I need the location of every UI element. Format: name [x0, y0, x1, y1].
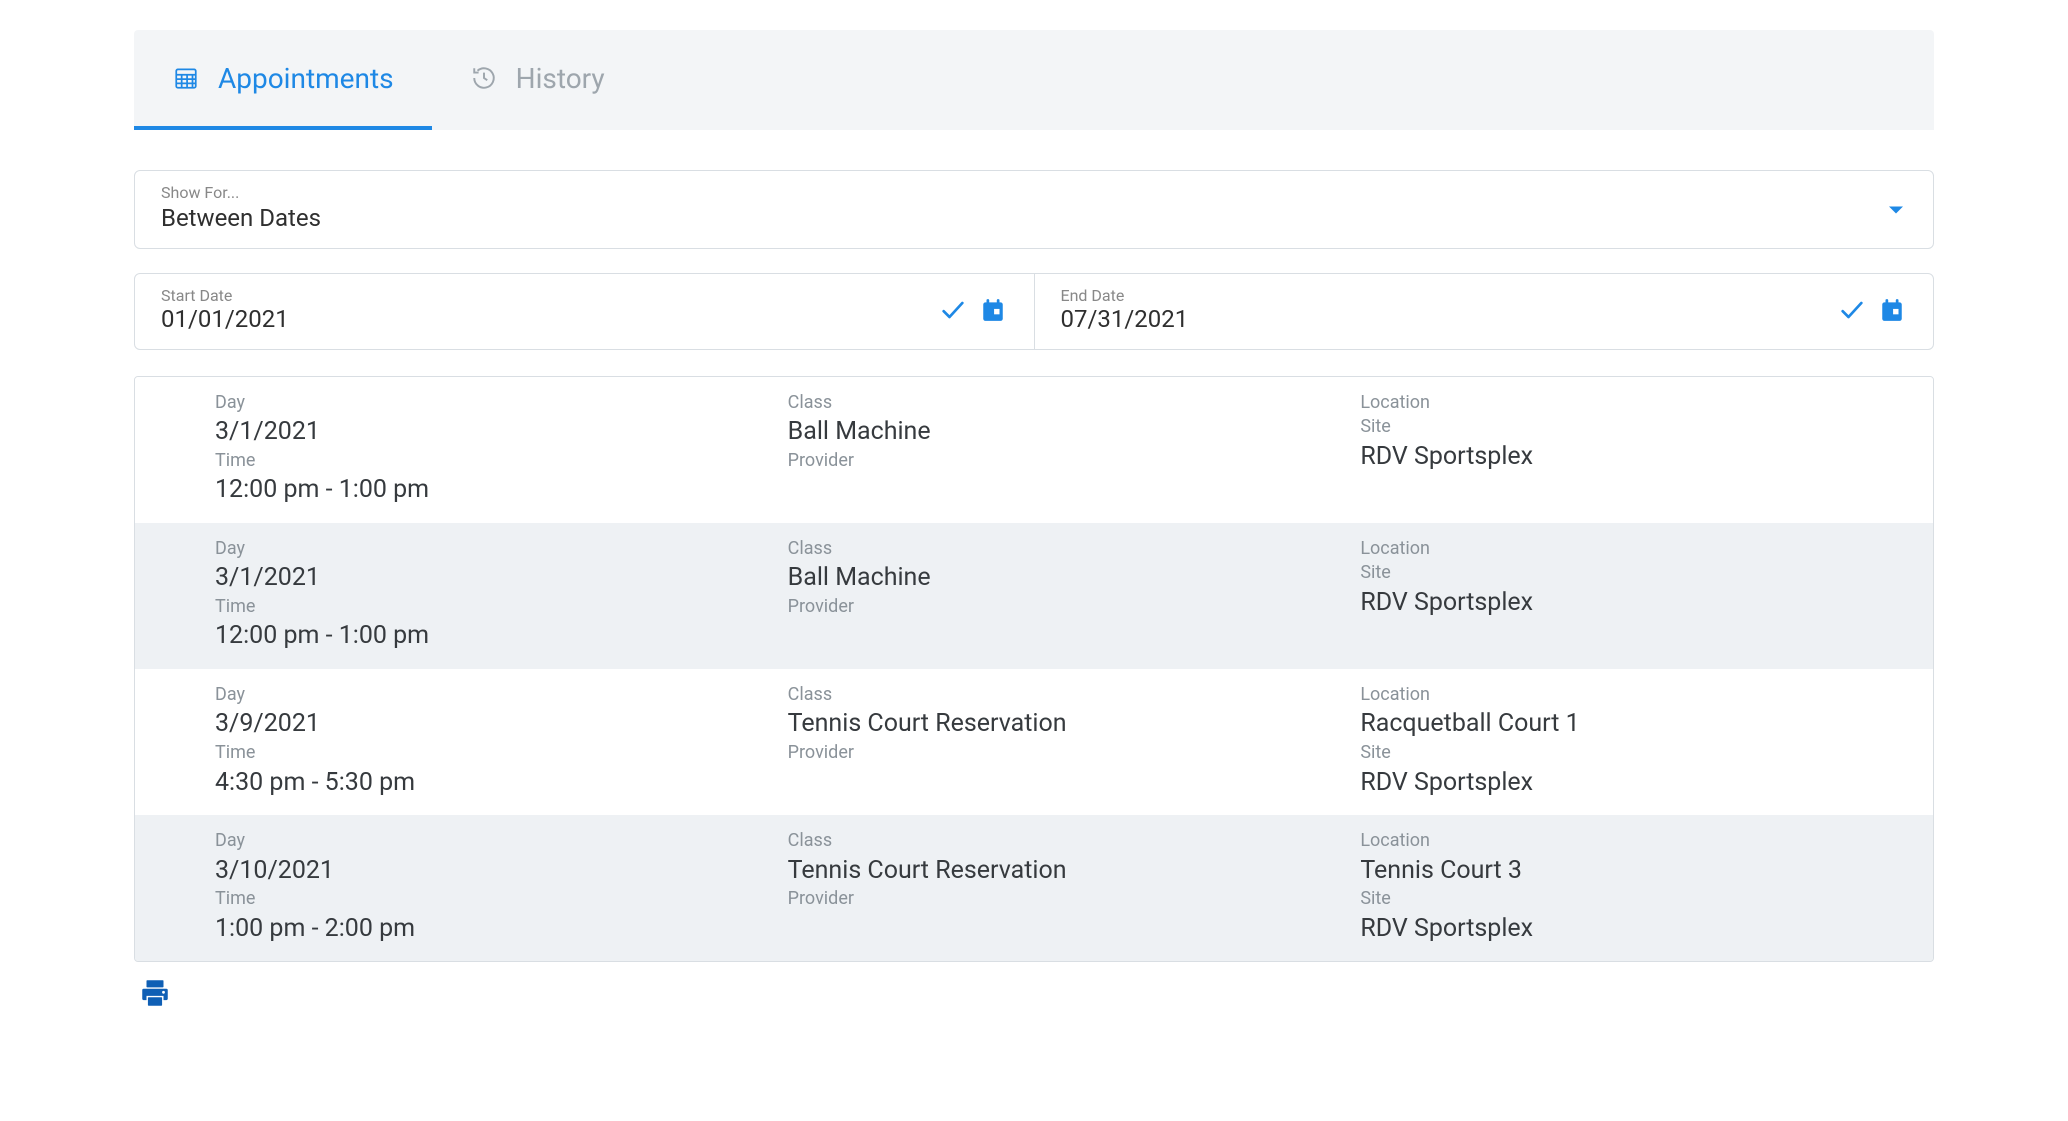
cell-value: 3/9/2021	[215, 707, 772, 741]
row-gutter	[135, 537, 215, 653]
cell-value: 3/10/2021	[215, 854, 772, 888]
cell-label: Day	[215, 391, 772, 415]
chevron-down-icon	[1889, 206, 1903, 213]
end-date-field[interactable]: End Date 07/31/2021	[1034, 274, 1934, 349]
cell-location-site: LocationSiteRDV Sportsplex	[1360, 537, 1933, 653]
cell-label: Site	[1360, 887, 1917, 911]
row-gutter	[135, 391, 215, 507]
end-date-label: End Date	[1061, 286, 1838, 305]
cell-label: Class	[788, 829, 1345, 853]
cell-day-time: Day3/10/2021Time1:00 pm - 2:00 pm	[215, 829, 788, 945]
calendar-grid-icon	[172, 64, 200, 92]
cell-class-provider: ClassTennis Court ReservationProvider	[788, 829, 1361, 945]
cell-value: 1:00 pm - 2:00 pm	[215, 912, 772, 946]
start-date-actions	[938, 295, 1008, 325]
cell-label: Site	[1360, 415, 1917, 439]
page-container: Appointments History Show For... Between…	[134, 30, 1934, 1014]
cell-label: Provider	[788, 595, 1345, 619]
start-date-value: 01/01/2021	[161, 305, 938, 333]
print-button[interactable]	[138, 976, 172, 1010]
start-date-field[interactable]: Start Date 01/01/2021	[135, 274, 1034, 349]
cell-label: Time	[215, 449, 772, 473]
cell-value: 12:00 pm - 1:00 pm	[215, 619, 772, 653]
row-gutter	[135, 829, 215, 945]
cell-value: 12:00 pm - 1:00 pm	[215, 473, 772, 507]
tab-history[interactable]: History	[432, 30, 643, 130]
cell-value: RDV Sportsplex	[1360, 586, 1917, 620]
appointments-list: Day3/1/2021Time12:00 pm - 1:00 pmClassBa…	[134, 376, 1934, 962]
cell-label: Class	[788, 391, 1345, 415]
cell-location-site: LocationTennis Court 3SiteRDV Sportsplex	[1360, 829, 1933, 945]
cell-label: Site	[1360, 741, 1917, 765]
cell-class-provider: ClassBall MachineProvider	[788, 537, 1361, 653]
cell-value: 4:30 pm - 5:30 pm	[215, 766, 772, 800]
table-row[interactable]: Day3/1/2021Time12:00 pm - 1:00 pmClassBa…	[135, 523, 1933, 669]
show-for-label: Show For...	[161, 183, 1907, 202]
cell-location-site: LocationRacquetball Court 1SiteRDV Sport…	[1360, 683, 1933, 799]
cell-label: Location	[1360, 391, 1917, 415]
show-for-value: Between Dates	[161, 204, 1907, 232]
cell-label: Location	[1360, 683, 1917, 707]
cell-label: Location	[1360, 537, 1917, 561]
cell-label: Site	[1360, 561, 1917, 585]
cell-value: Tennis Court Reservation	[788, 854, 1345, 888]
calendar-icon[interactable]	[1877, 295, 1907, 325]
cell-value: RDV Sportsplex	[1360, 912, 1917, 946]
cell-value: Tennis Court 3	[1360, 854, 1917, 888]
cell-value: RDV Sportsplex	[1360, 766, 1917, 800]
cell-class-provider: ClassTennis Court ReservationProvider	[788, 683, 1361, 799]
tab-label: History	[516, 62, 605, 95]
cell-label: Provider	[788, 887, 1345, 911]
cell-value: Ball Machine	[788, 561, 1345, 595]
calendar-icon[interactable]	[978, 295, 1008, 325]
cell-label: Class	[788, 683, 1345, 707]
cell-label: Time	[215, 887, 772, 911]
cell-value: 3/1/2021	[215, 561, 772, 595]
date-range-row: Start Date 01/01/2021	[134, 273, 1934, 350]
cell-value: RDV Sportsplex	[1360, 440, 1917, 474]
cell-label: Day	[215, 537, 772, 561]
cell-value: 3/1/2021	[215, 415, 772, 449]
cell-class-provider: ClassBall MachineProvider	[788, 391, 1361, 507]
table-row[interactable]: Day3/1/2021Time12:00 pm - 1:00 pmClassBa…	[135, 377, 1933, 523]
cell-label: Provider	[788, 741, 1345, 765]
check-icon[interactable]	[938, 295, 968, 325]
end-date-actions	[1837, 295, 1907, 325]
table-row[interactable]: Day3/10/2021Time1:00 pm - 2:00 pmClassTe…	[135, 815, 1933, 961]
cell-label: Day	[215, 829, 772, 853]
cell-label: Day	[215, 683, 772, 707]
cell-value: Tennis Court Reservation	[788, 707, 1345, 741]
cell-location-site: LocationSiteRDV Sportsplex	[1360, 391, 1933, 507]
cell-day-time: Day3/1/2021Time12:00 pm - 1:00 pm	[215, 391, 788, 507]
cell-value: Ball Machine	[788, 415, 1345, 449]
start-date-label: Start Date	[161, 286, 938, 305]
history-icon	[470, 64, 498, 92]
row-gutter	[135, 683, 215, 799]
cell-value: Racquetball Court 1	[1360, 707, 1917, 741]
tab-appointments[interactable]: Appointments	[134, 30, 432, 130]
cell-label: Class	[788, 537, 1345, 561]
check-icon[interactable]	[1837, 295, 1867, 325]
tab-label: Appointments	[218, 62, 394, 95]
cell-label: Provider	[788, 449, 1345, 473]
cell-label: Time	[215, 741, 772, 765]
table-row[interactable]: Day3/9/2021Time4:30 pm - 5:30 pmClassTen…	[135, 669, 1933, 815]
end-date-value: 07/31/2021	[1061, 305, 1838, 333]
tab-bar: Appointments History	[134, 30, 1934, 130]
print-row	[134, 976, 1934, 1014]
cell-day-time: Day3/1/2021Time12:00 pm - 1:00 pm	[215, 537, 788, 653]
cell-label: Time	[215, 595, 772, 619]
cell-label: Location	[1360, 829, 1917, 853]
cell-day-time: Day3/9/2021Time4:30 pm - 5:30 pm	[215, 683, 788, 799]
show-for-select[interactable]: Show For... Between Dates	[134, 170, 1934, 249]
